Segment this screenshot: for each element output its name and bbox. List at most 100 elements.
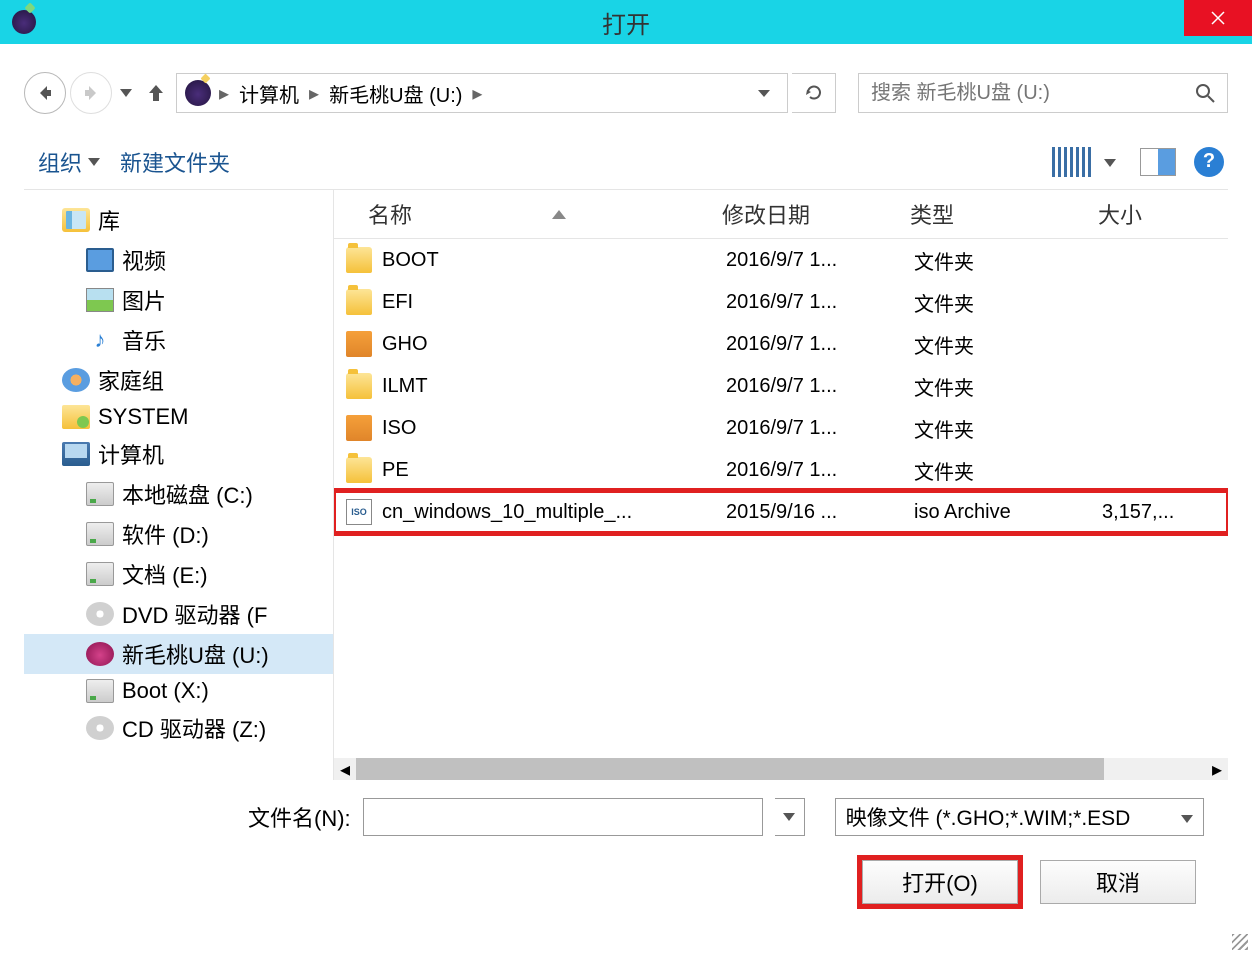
- cancel-button[interactable]: 取消: [1040, 860, 1196, 904]
- homegroup-icon: [62, 368, 90, 392]
- computer-icon: [62, 442, 90, 466]
- music-icon: ♪: [86, 328, 114, 352]
- titlebar: 打开: [0, 0, 1252, 44]
- tree-drive-e[interactable]: 文档 (E:): [24, 554, 333, 594]
- drive-icon: [86, 679, 114, 703]
- search-input[interactable]: [859, 82, 1183, 105]
- file-name: BOOT: [382, 249, 718, 272]
- scroll-left-button[interactable]: ◂: [334, 758, 356, 780]
- view-options[interactable]: [1052, 147, 1122, 177]
- toolbar: 组织 新建文件夹 ?: [24, 134, 1228, 190]
- chevron-down-icon: [88, 158, 100, 166]
- back-arrow-icon: [35, 83, 55, 103]
- column-date[interactable]: 修改日期: [714, 198, 902, 230]
- view-options-icon: [1052, 147, 1092, 177]
- new-folder-button[interactable]: 新建文件夹: [110, 142, 240, 182]
- breadcrumb-computer[interactable]: 计算机: [233, 79, 305, 108]
- chevron-down-icon: [120, 89, 132, 97]
- breadcrumb-separator-icon: ▸: [217, 81, 231, 106]
- tree-video[interactable]: 视频: [24, 240, 333, 280]
- chevron-down-icon: [757, 89, 771, 99]
- file-row[interactable]: BOOT2016/9/7 1...文件夹: [334, 239, 1228, 281]
- file-row[interactable]: PE2016/9/7 1...文件夹: [334, 449, 1228, 491]
- scroll-thumb[interactable]: [356, 758, 1104, 780]
- folder-icon: [346, 289, 372, 315]
- nav-history-dropdown[interactable]: [116, 89, 136, 97]
- filename-dropdown[interactable]: [775, 798, 805, 836]
- file-row[interactable]: GHO2016/9/7 1...文件夹: [334, 323, 1228, 365]
- file-name: PE: [382, 459, 718, 482]
- scroll-right-button[interactable]: ▸: [1206, 758, 1228, 780]
- dvd-icon: [86, 602, 114, 626]
- folder-icon: [346, 247, 372, 273]
- refresh-button[interactable]: [792, 73, 836, 113]
- tree-library[interactable]: 库: [24, 200, 333, 240]
- file-name: GHO: [382, 333, 718, 356]
- preview-pane-toggle[interactable]: [1140, 148, 1176, 176]
- file-type: 文件夹: [906, 372, 1094, 401]
- sort-ascending-icon: [552, 210, 566, 219]
- filename-label: 文件名(N):: [248, 801, 351, 833]
- back-button[interactable]: [24, 72, 66, 114]
- filetype-select[interactable]: 映像文件 (*.GHO;*.WIM;*.ESD: [835, 798, 1204, 836]
- resize-grip[interactable]: [1232, 934, 1248, 950]
- forward-button[interactable]: [70, 72, 112, 114]
- video-icon: [86, 248, 114, 272]
- refresh-icon: [804, 83, 824, 103]
- tree-udisk[interactable]: 新毛桃U盘 (U:): [24, 634, 333, 674]
- location-icon: [185, 80, 211, 106]
- tree-homegroup[interactable]: 家庭组: [24, 360, 333, 400]
- up-arrow-icon: [145, 82, 167, 104]
- scroll-track[interactable]: [356, 758, 1206, 780]
- column-size[interactable]: 大小: [1090, 198, 1200, 230]
- system-folder-icon: [62, 405, 90, 429]
- breadcrumb-udisk[interactable]: 新毛桃U盘 (U:): [323, 79, 468, 108]
- file-row[interactable]: ISO2016/9/7 1...文件夹: [334, 407, 1228, 449]
- breadcrumb-separator-icon: ▸: [307, 81, 321, 106]
- open-button[interactable]: 打开(O): [862, 860, 1018, 904]
- drive-icon: [86, 562, 114, 586]
- chevron-down-icon: [1181, 815, 1193, 823]
- breadcrumb-bar[interactable]: ▸ 计算机 ▸ 新毛桃U盘 (U:) ▸: [176, 73, 788, 113]
- tree-drive-d[interactable]: 软件 (D:): [24, 514, 333, 554]
- organize-menu[interactable]: 组织: [28, 142, 110, 182]
- file-row[interactable]: EFI2016/9/7 1...文件夹: [334, 281, 1228, 323]
- tree-drive-c[interactable]: 本地磁盘 (C:): [24, 474, 333, 514]
- organize-label: 组织: [38, 146, 82, 178]
- tree-boot[interactable]: Boot (X:): [24, 674, 333, 708]
- close-button[interactable]: [1184, 0, 1252, 36]
- file-size: 3,157,...: [1094, 501, 1204, 524]
- forward-arrow-icon: [81, 83, 101, 103]
- filename-input[interactable]: [363, 798, 763, 836]
- search-box: [858, 73, 1228, 113]
- file-row[interactable]: ILMT2016/9/7 1...文件夹: [334, 365, 1228, 407]
- help-button[interactable]: ?: [1194, 147, 1224, 177]
- tree-dvd[interactable]: DVD 驱动器 (F: [24, 594, 333, 634]
- file-date: 2016/9/7 1...: [718, 333, 906, 356]
- file-type: 文件夹: [906, 246, 1094, 275]
- file-row[interactable]: ISOcn_windows_10_multiple_...2015/9/16 .…: [334, 491, 1228, 533]
- tree-pictures[interactable]: 图片: [24, 280, 333, 320]
- window-title: 打开: [602, 5, 650, 40]
- tree-computer[interactable]: 计算机: [24, 434, 333, 474]
- column-type[interactable]: 类型: [902, 198, 1090, 230]
- file-name: EFI: [382, 291, 718, 314]
- breadcrumb-dropdown[interactable]: [745, 82, 783, 105]
- filetype-label: 映像文件 (*.GHO;*.WIM;*.ESD: [846, 802, 1131, 832]
- file-date: 2016/9/7 1...: [718, 291, 906, 314]
- folder-open-icon: [346, 331, 372, 357]
- tree-music[interactable]: ♪音乐: [24, 320, 333, 360]
- file-type: 文件夹: [906, 330, 1094, 359]
- column-name[interactable]: 名称: [334, 198, 714, 230]
- new-folder-label: 新建文件夹: [120, 146, 230, 178]
- drive-icon: [86, 482, 114, 506]
- chevron-down-icon: [783, 813, 795, 821]
- up-button[interactable]: [140, 75, 172, 111]
- file-list-body[interactable]: BOOT2016/9/7 1...文件夹EFI2016/9/7 1...文件夹G…: [334, 239, 1228, 758]
- folder-tree[interactable]: 库 视频 图片 ♪音乐 家庭组 SYSTEM 计算机 本地磁盘 (C:) 软件 …: [24, 190, 334, 780]
- search-button[interactable]: [1183, 74, 1227, 112]
- horizontal-scrollbar[interactable]: ◂ ▸: [334, 758, 1228, 780]
- navigation-row: ▸ 计算机 ▸ 新毛桃U盘 (U:) ▸: [24, 68, 1228, 118]
- tree-system[interactable]: SYSTEM: [24, 400, 333, 434]
- tree-cd-z[interactable]: CD 驱动器 (Z:): [24, 708, 333, 748]
